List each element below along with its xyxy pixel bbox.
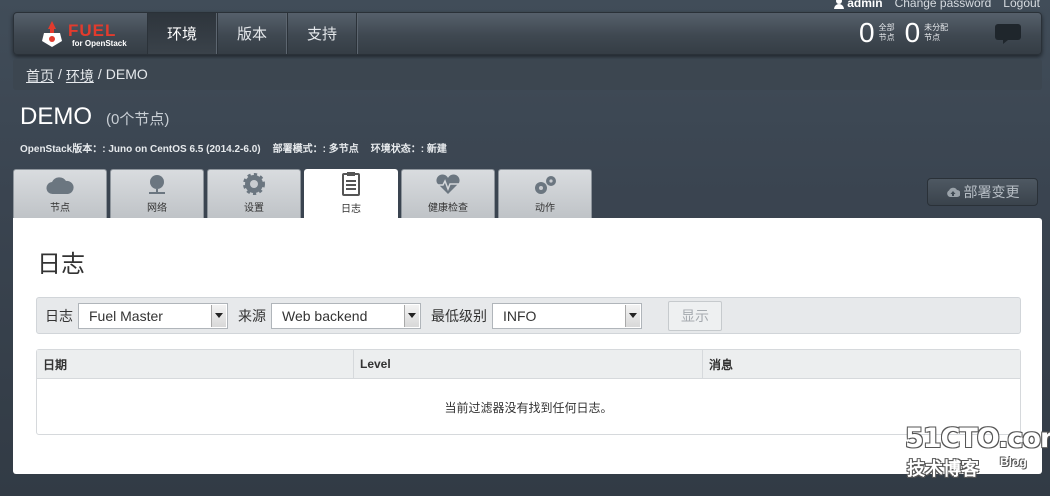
nav-tab-environments[interactable]: 环境 — [147, 13, 217, 54]
main-nav: 环境 版本 支持 — [147, 13, 357, 54]
log-type-select[interactable]: Fuel Master — [78, 302, 228, 329]
column-message: 消息 — [709, 357, 734, 372]
unallocated-nodes-label-line1: 未分配 — [924, 23, 949, 32]
show-logs-button[interactable]: 显示 — [668, 300, 722, 331]
watermark-blog: Blog — [1000, 455, 1027, 469]
environment-status: 环境状态：: 新建 — [370, 144, 447, 155]
tab-settings-label: 设置 — [244, 203, 264, 214]
log-level-select[interactable]: INFO — [492, 302, 642, 329]
cluster-tabs: 节点 网络 设置 日志 健康检查 动作 — [13, 169, 592, 219]
breadcrumb-current: DEMO — [105, 66, 148, 82]
log-source-value: Web backend — [282, 307, 368, 324]
total-nodes-label-line2: 节点 — [878, 33, 895, 42]
chevron-down-icon — [211, 304, 226, 327]
deploy-changes-button[interactable]: 部署变更 — [927, 178, 1038, 206]
deploy-changes-label: 部署变更 — [963, 184, 1020, 200]
heartbeat-icon — [436, 174, 460, 194]
watermark-site: 51CTO.com — [905, 423, 1050, 454]
fuel-logo[interactable]: FUEL for OpenStack — [38, 19, 128, 49]
tab-health-check[interactable]: 健康检查 — [401, 169, 495, 218]
page-title: DEMO (0个节点) — [20, 103, 169, 131]
breadcrumb-environments[interactable]: 环境 — [66, 66, 94, 86]
log-table-header: 日期 Level 消息 — [37, 350, 1020, 379]
log-empty-message: 当前过滤器没有找到任何日志。 — [444, 400, 613, 415]
chevron-down-icon — [404, 304, 419, 327]
tab-actions[interactable]: 动作 — [498, 169, 592, 218]
gears-icon — [535, 176, 556, 194]
network-icon — [149, 175, 165, 194]
breadcrumb-home[interactable]: 首页 — [26, 66, 54, 86]
nav-tab-support[interactable]: 支持 — [287, 13, 357, 54]
tab-network-label: 网络 — [147, 203, 167, 214]
total-nodes-label-line1: 全部 — [878, 23, 895, 32]
unallocated-nodes-value: 0 — [904, 17, 921, 48]
username: admin — [847, 0, 883, 10]
watermark: 51CTO.com 技术博客 Blog — [905, 423, 1050, 479]
total-nodes-value: 0 — [859, 17, 875, 48]
cloud-icon — [46, 177, 74, 195]
change-password-link[interactable]: Change password — [895, 0, 992, 10]
tab-nodes-label: 节点 — [50, 203, 70, 214]
node-counters: 0 全部 节点 0 未分配 节点 — [859, 15, 948, 51]
deployment-mode: 部署模式：: 多节点 — [272, 144, 359, 155]
notifications-icon[interactable] — [994, 23, 1022, 45]
environment-node-count: (0个节点) — [106, 111, 170, 128]
openstack-release: OpenStack版本：: Juno on CentOS 6.5 (2014.2… — [20, 144, 261, 155]
gear-icon — [243, 173, 265, 195]
fuel-flame-icon — [42, 21, 62, 47]
column-date: 日期 — [37, 350, 354, 378]
watermark-tagline: 技术博客 — [907, 459, 979, 479]
logo-subtitle: for OpenStack — [72, 39, 127, 48]
top-navbar: FUEL for OpenStack 环境 版本 支持 0 全部 节点 0 未分… — [13, 12, 1042, 55]
logs-panel: 日志 日志 Fuel Master 来源 Web backend 最低级别 IN… — [13, 218, 1042, 474]
tab-settings[interactable]: 设置 — [207, 169, 301, 218]
log-type-value: Fuel Master — [89, 307, 163, 324]
tab-nodes[interactable]: 节点 — [13, 169, 107, 218]
tab-logs[interactable]: 日志 — [304, 169, 398, 219]
total-nodes-label: 全部 节点 — [879, 23, 895, 43]
user-icon — [834, 0, 845, 9]
tab-network[interactable]: 网络 — [110, 169, 204, 218]
logout-link[interactable]: Logout — [1003, 0, 1040, 10]
breadcrumb-bar: 首页 / 环境 / DEMO — [13, 59, 1042, 90]
log-source-select[interactable]: Web backend — [271, 302, 421, 329]
breadcrumb-separator: / — [97, 66, 102, 82]
unallocated-nodes-counter: 0 未分配 节点 — [905, 15, 949, 51]
log-source-label: 来源 — [238, 307, 266, 324]
nav-tab-releases[interactable]: 版本 — [217, 13, 287, 54]
log-level-label: 最低级别 — [431, 307, 487, 324]
breadcrumb: 首页 / 环境 / DEMO — [26, 66, 148, 86]
tab-actions-label: 动作 — [535, 203, 555, 214]
environment-name: DEMO — [20, 103, 92, 130]
log-table: 日期 Level 消息 当前过滤器没有找到任何日志。 — [36, 349, 1021, 435]
column-level: Level — [354, 350, 703, 378]
log-level-value: INFO — [503, 307, 537, 324]
environment-info: OpenStack版本：: Juno on CentOS 6.5 (2014.2… — [20, 140, 447, 155]
total-nodes-counter: 0 全部 节点 — [859, 15, 895, 51]
log-source-type-label: 日志 — [45, 307, 73, 324]
chevron-down-icon — [625, 304, 640, 327]
unallocated-nodes-label: 未分配 节点 — [924, 23, 948, 43]
logs-heading: 日志 — [37, 251, 85, 278]
unallocated-nodes-label-line2: 节点 — [924, 33, 941, 42]
logo-word: FUEL — [68, 21, 117, 40]
tab-health-check-label: 健康检查 — [428, 203, 468, 214]
tab-logs-label: 日志 — [341, 204, 361, 215]
current-user[interactable]: admin — [834, 0, 883, 10]
cloud-upload-icon — [946, 187, 960, 197]
breadcrumb-separator: / — [58, 66, 62, 82]
clipboard-icon — [342, 172, 360, 196]
user-bar: admin Change password Logout — [834, 0, 1040, 10]
log-filter-bar: 日志 Fuel Master 来源 Web backend 最低级别 INFO … — [36, 297, 1021, 334]
